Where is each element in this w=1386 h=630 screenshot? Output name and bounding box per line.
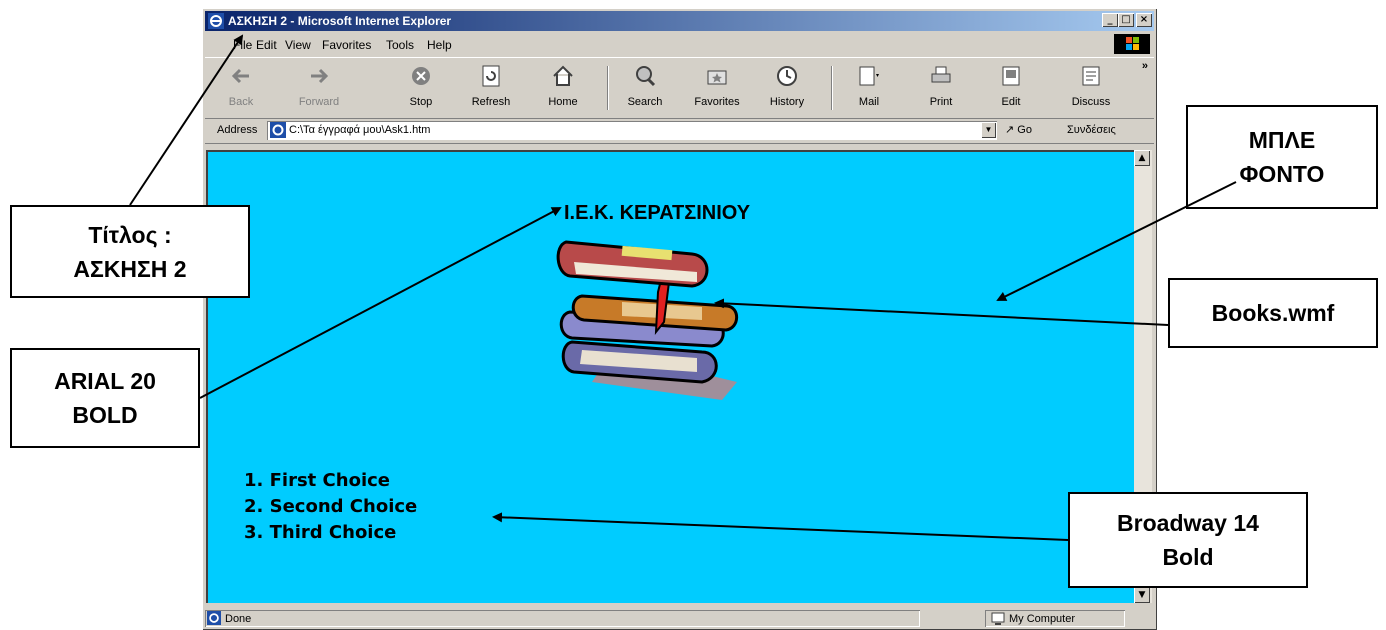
address-value: C:\Τα έγγραφά μου\Ask1.htm	[289, 124, 431, 136]
menu-bar: File Edit View Favorites Tools Help	[205, 33, 1154, 55]
security-zone-pane: My Computer	[985, 610, 1125, 627]
browser-window: ΑΣΚΗΣΗ 2 - Microsoft Internet Explorer _…	[202, 8, 1157, 630]
toolbar-separator	[607, 66, 609, 110]
edit-button[interactable]: Edit	[979, 58, 1043, 118]
scroll-down-arrow-icon[interactable]: ▼	[1134, 587, 1150, 603]
discuss-icon	[1082, 66, 1100, 86]
printer-icon	[931, 66, 951, 83]
mail-icon	[859, 66, 879, 86]
list-item: 3. Third Choice	[244, 522, 397, 543]
stop-icon	[412, 67, 430, 85]
stop-label: Stop	[409, 96, 433, 108]
address-dropdown-chevron-down-icon[interactable]: ▼	[981, 122, 996, 138]
mail-button[interactable]: Mail	[837, 58, 901, 118]
callout-background: ΜΠΛΕ ΦΟΝΤΟ	[1186, 105, 1378, 209]
toolbar-overflow-chevron[interactable]: »	[1142, 60, 1148, 72]
maximize-button[interactable]: □	[1118, 13, 1134, 27]
close-button[interactable]: ×	[1136, 13, 1152, 27]
search-icon	[636, 66, 656, 87]
zone-text: My Computer	[1009, 613, 1076, 625]
edit-word-icon	[1002, 66, 1020, 86]
address-bar: Address C:\Τα έγγραφά μου\Ask1.htm ▼ ↗ G…	[205, 119, 1154, 144]
discuss-button[interactable]: Discuss	[1059, 58, 1123, 118]
back-arrow-icon	[231, 68, 249, 84]
favorites-folder-icon	[707, 70, 727, 85]
favorites-label: Favorites	[694, 96, 740, 108]
page-content: Ι.Ε.Κ. ΚΕΡΑΤΣΙΝΙΟΥ 1. First Choice 2. Se…	[206, 150, 1134, 603]
forward-arrow-icon	[311, 68, 329, 84]
status-main-pane: Done	[205, 610, 920, 627]
search-label: Search	[627, 96, 663, 108]
refresh-label: Refresh	[471, 96, 511, 108]
computer-icon	[991, 612, 1005, 629]
refresh-button[interactable]: Refresh	[459, 58, 523, 118]
menu-file[interactable]: File	[233, 38, 252, 52]
page-status-icon	[207, 611, 221, 625]
favorites-button[interactable]: Favorites	[685, 58, 749, 118]
windows-logo-icon	[1114, 34, 1150, 54]
history-label: History	[769, 96, 805, 108]
window-title: ΑΣΚΗΣΗ 2 - Microsoft Internet Explorer	[228, 14, 452, 28]
home-button[interactable]: Home	[531, 58, 595, 118]
list-item: 2. Second Choice	[244, 496, 418, 517]
refresh-icon	[482, 65, 500, 87]
page-icon	[270, 122, 286, 138]
history-button[interactable]: History	[755, 58, 819, 118]
choice-list: 1. First Choice 2. Second Choice 3. Thir…	[244, 468, 417, 546]
go-button[interactable]: ↗ Go	[1005, 123, 1032, 136]
ie-logo-icon	[208, 13, 224, 29]
edit-label: Edit	[1001, 96, 1021, 108]
forward-button[interactable]: Forward	[287, 58, 351, 118]
list-item: 1. First Choice	[244, 470, 390, 491]
menu-help[interactable]: Help	[427, 38, 452, 52]
minimize-button[interactable]: _	[1102, 13, 1118, 27]
callout-title: Τίτλος : ΑΣΚΗΣΗ 2	[10, 205, 250, 298]
mail-label: Mail	[858, 96, 880, 108]
menu-tools[interactable]: Tools	[386, 38, 414, 52]
history-clock-icon	[777, 66, 797, 86]
back-button[interactable]: Back	[209, 58, 273, 118]
callout-font-list: Broadway 14 Bold	[1068, 492, 1308, 588]
address-input[interactable]: C:\Τα έγγραφά μου\Ask1.htm ▼	[267, 121, 997, 140]
callout-image: Books.wmf	[1168, 278, 1378, 348]
menu-view[interactable]: View	[285, 38, 311, 52]
forward-label: Forward	[298, 96, 340, 108]
status-text: Done	[225, 613, 252, 625]
standard-toolbar: Back Forward Stop Refresh Home Search Fa…	[205, 57, 1154, 119]
title-bar[interactable]: ΑΣΚΗΣΗ 2 - Microsoft Internet Explorer _…	[205, 11, 1154, 31]
callout-font-heading: ARIAL 20 BOLD	[10, 348, 200, 448]
books-clipart-image	[556, 240, 739, 400]
home-icon	[553, 65, 573, 86]
go-label: Go	[1017, 124, 1032, 136]
status-bar: Done My Computer	[205, 609, 1154, 628]
print-label: Print	[929, 96, 953, 108]
search-button[interactable]: Search	[613, 58, 677, 118]
page-heading: Ι.Ε.Κ. ΚΕΡΑΤΣΙΝΙΟΥ	[564, 202, 751, 224]
home-label: Home	[548, 96, 578, 108]
menu-favorites[interactable]: Favorites	[322, 38, 371, 52]
links-button[interactable]: Συνδέσεις	[1067, 124, 1116, 136]
scroll-up-arrow-icon[interactable]: ▲	[1134, 150, 1150, 166]
go-arrow-icon: ↗	[1005, 124, 1015, 136]
print-button[interactable]: Print	[909, 58, 973, 118]
discuss-label: Discuss	[1071, 96, 1111, 108]
menu-edit[interactable]: Edit	[256, 38, 277, 52]
toolbar-separator	[831, 66, 833, 110]
back-label: Back	[228, 96, 254, 108]
stop-button[interactable]: Stop	[389, 58, 453, 118]
address-label: Address	[217, 124, 258, 136]
